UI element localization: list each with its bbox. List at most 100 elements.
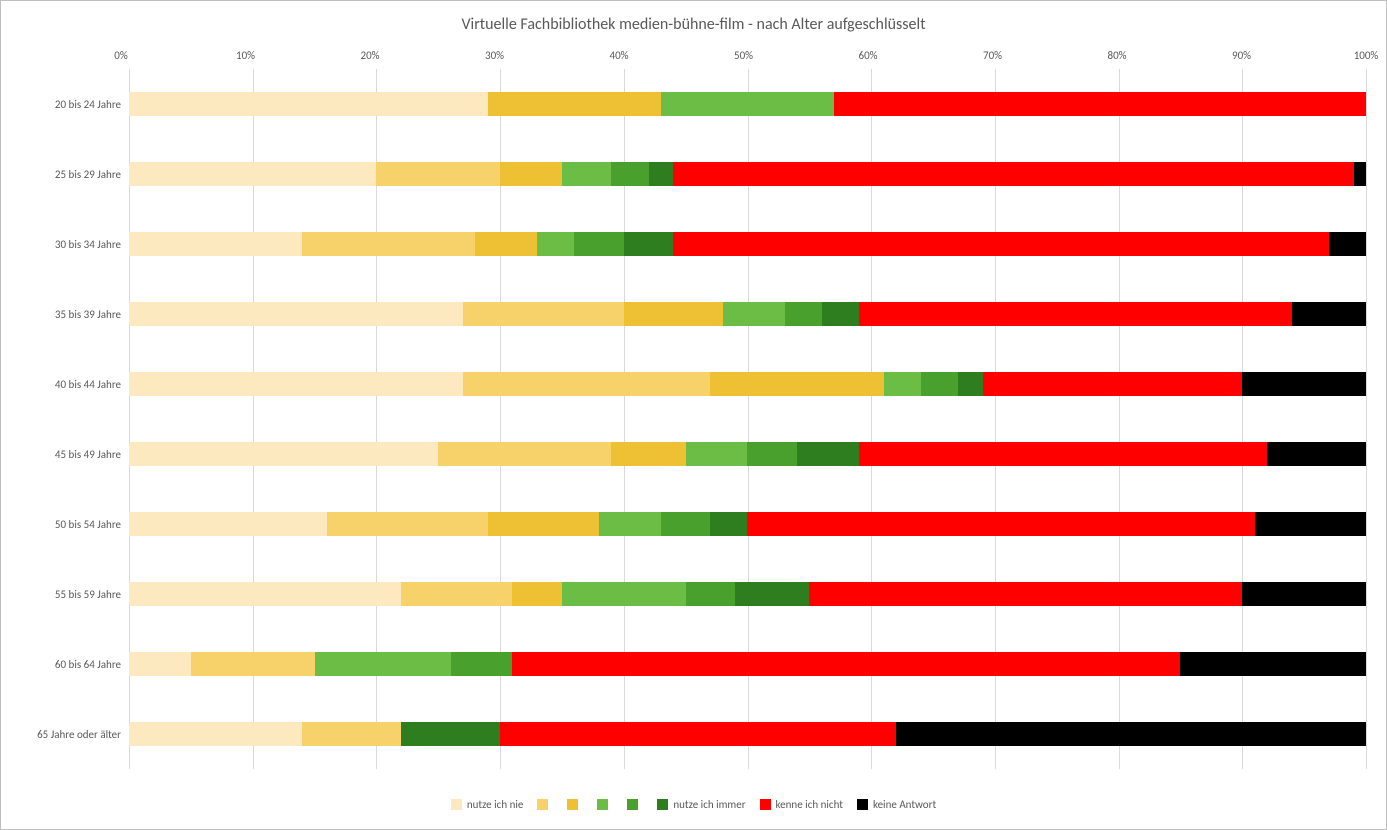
x-tick: 10% xyxy=(236,49,255,62)
x-axis-top: 0%10%20%30%40%50%60%70%80%90%100% xyxy=(21,49,1366,69)
bar-segment xyxy=(488,92,661,116)
bar-segment xyxy=(673,162,1353,186)
bar-segment xyxy=(129,302,463,326)
x-tick: 100% xyxy=(1354,49,1379,62)
x-tick: 30% xyxy=(485,49,504,62)
bar-segment xyxy=(500,722,896,746)
stacked-bar xyxy=(129,722,1366,746)
bar-segment xyxy=(488,512,599,536)
bar-segment xyxy=(315,652,451,676)
legend-swatch xyxy=(597,799,608,810)
bar-segment xyxy=(1292,302,1366,326)
bar-segment xyxy=(1242,582,1366,606)
legend-swatch xyxy=(567,799,578,810)
x-tick: 50% xyxy=(734,49,753,62)
bar-segment xyxy=(1242,372,1366,396)
stacked-bar xyxy=(129,442,1366,466)
x-tick: 0% xyxy=(114,49,127,62)
bar-segment xyxy=(1329,232,1366,256)
bar-segment xyxy=(884,372,921,396)
bar-segment xyxy=(512,652,1180,676)
stacked-bar xyxy=(129,372,1366,396)
x-tick: 60% xyxy=(858,49,877,62)
bar-segment xyxy=(599,512,661,536)
bar-segment xyxy=(129,512,327,536)
bar-row: 60 bis 64 Jahre xyxy=(21,629,1366,699)
category-label: 25 bis 29 Jahre xyxy=(21,168,129,181)
bar-segment xyxy=(129,92,488,116)
category-label: 45 bis 49 Jahre xyxy=(21,448,129,461)
bar-segment xyxy=(797,442,859,466)
bar-segment xyxy=(376,162,500,186)
bar-segment xyxy=(661,512,710,536)
legend: nutze ich nie nutze ich immer kenne ich ni… xyxy=(1,798,1386,811)
bar-segment xyxy=(1354,162,1366,186)
legend-item: keine Antwort xyxy=(857,798,936,811)
legend-item xyxy=(537,799,553,810)
bar-segment xyxy=(500,162,562,186)
bar-segment xyxy=(859,302,1292,326)
legend-item xyxy=(627,799,643,810)
legend-item: nutze ich nie xyxy=(451,798,524,811)
bar-segment xyxy=(475,232,537,256)
legend-label: kenne ich nicht xyxy=(776,798,843,811)
bar-row: 65 Jahre oder älter xyxy=(21,699,1366,769)
bar-segment xyxy=(129,652,191,676)
bar-segment xyxy=(611,442,685,466)
x-tick: 90% xyxy=(1232,49,1251,62)
legend-label: nutze ich nie xyxy=(467,798,524,811)
bar-segment xyxy=(574,232,623,256)
bar-segment xyxy=(822,302,859,326)
bar-segment xyxy=(1180,652,1366,676)
bar-segment xyxy=(129,442,438,466)
bar-segment xyxy=(859,442,1267,466)
bar-segment xyxy=(401,722,500,746)
chart-frame: Virtuelle Fachbibliothek medien-bühne-fi… xyxy=(0,0,1387,830)
bar-segment xyxy=(1267,442,1366,466)
bar-segment xyxy=(562,582,686,606)
legend-swatch xyxy=(657,799,668,810)
bar-segment xyxy=(735,582,809,606)
category-label: 60 bis 64 Jahre xyxy=(21,658,129,671)
bar-segment xyxy=(1255,512,1366,536)
bar-segment xyxy=(723,302,785,326)
legend-label: keine Antwort xyxy=(873,798,936,811)
category-label: 65 Jahre oder älter xyxy=(21,728,129,741)
bar-row: 25 bis 29 Jahre xyxy=(21,139,1366,209)
legend-label: nutze ich immer xyxy=(673,798,745,811)
bar-segment xyxy=(129,232,302,256)
stacked-bar xyxy=(129,652,1366,676)
chart-title: Virtuelle Fachbibliothek medien-bühne-fi… xyxy=(1,1,1386,40)
bar-segment xyxy=(611,162,648,186)
bars-container: 20 bis 24 Jahre25 bis 29 Jahre30 bis 34 … xyxy=(21,69,1366,769)
legend-swatch xyxy=(537,799,548,810)
bar-row: 50 bis 54 Jahre xyxy=(21,489,1366,559)
x-tick: 20% xyxy=(360,49,379,62)
plot-area: 0%10%20%30%40%50%60%70%80%90%100% 20 bis… xyxy=(21,49,1366,769)
x-tick: 80% xyxy=(1107,49,1126,62)
bar-segment xyxy=(191,652,315,676)
bar-segment xyxy=(537,232,574,256)
bar-row: 45 bis 49 Jahre xyxy=(21,419,1366,489)
bar-segment xyxy=(302,722,401,746)
category-label: 35 bis 39 Jahre xyxy=(21,308,129,321)
stacked-bar xyxy=(129,512,1366,536)
bar-row: 40 bis 44 Jahre xyxy=(21,349,1366,419)
category-label: 30 bis 34 Jahre xyxy=(21,238,129,251)
legend-swatch xyxy=(627,799,638,810)
bar-segment xyxy=(958,372,983,396)
legend-item: kenne ich nicht xyxy=(760,798,843,811)
bar-segment xyxy=(649,162,674,186)
bar-segment xyxy=(463,302,624,326)
bar-segment xyxy=(673,232,1329,256)
legend-swatch xyxy=(451,799,462,810)
bar-segment xyxy=(624,232,673,256)
bar-segment xyxy=(302,232,475,256)
bar-segment xyxy=(401,582,512,606)
bar-segment xyxy=(624,302,723,326)
legend-item xyxy=(597,799,613,810)
bar-segment xyxy=(129,372,463,396)
bar-segment xyxy=(451,652,513,676)
bar-segment xyxy=(921,372,958,396)
bar-segment xyxy=(710,512,747,536)
